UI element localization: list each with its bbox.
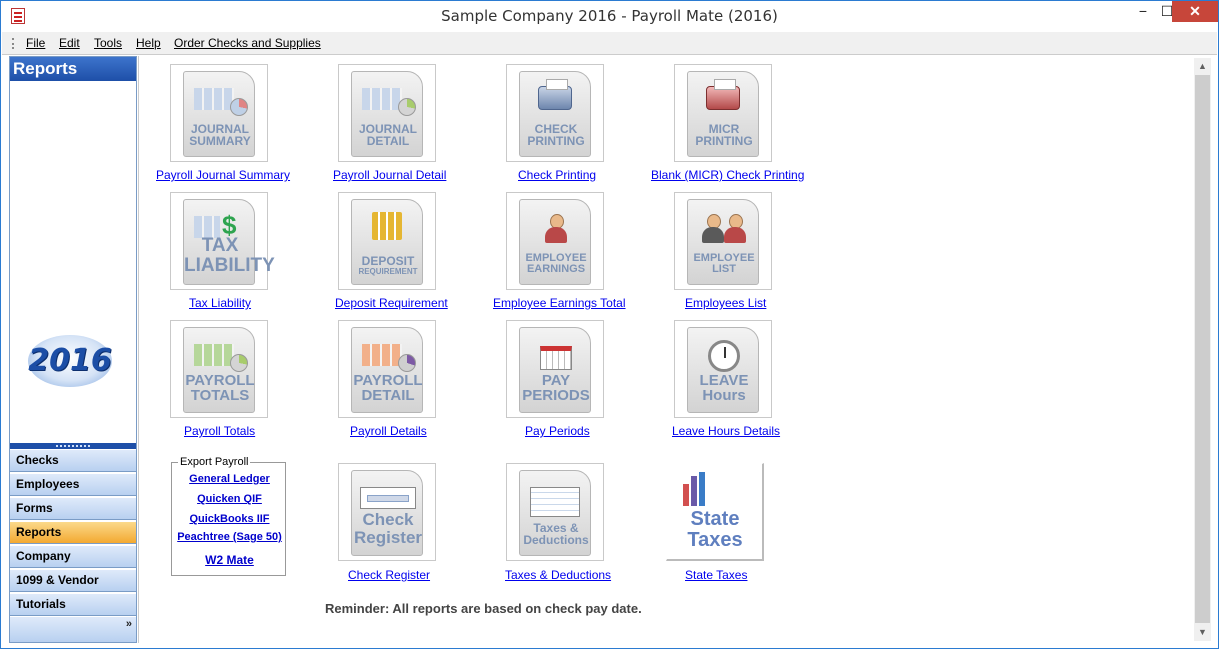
sidebar-item-tutorials[interactable]: Tutorials: [10, 593, 136, 616]
menu-bar: File Edit Tools Help Order Checks and Su…: [2, 32, 1217, 55]
leave-hours-icon[interactable]: LEAVE Hours: [674, 320, 772, 418]
taxes-deductions-icon-text: Taxes & Deductions: [523, 520, 589, 548]
sidebar-item-reports[interactable]: Reports: [10, 521, 136, 544]
window-title: Sample Company 2016 - Payroll Mate (2016…: [441, 7, 778, 25]
menu-order-checks[interactable]: Order Checks and Supplies: [174, 36, 321, 50]
report-link-payroll-totals[interactable]: Payroll Totals: [184, 424, 255, 438]
report-link-employees-list[interactable]: Employees List: [685, 296, 766, 310]
report-link-leave-hours-details[interactable]: Leave Hours Details: [672, 424, 780, 438]
journal-summary-icon-text: JOURNAL SUMMARY: [189, 121, 251, 149]
check-printing-icon-text: CHECK PRINTING: [527, 121, 585, 149]
employee-list-icon[interactable]: EMPLOYEE LIST: [674, 192, 772, 290]
year-badge-text: 2016: [28, 343, 112, 378]
title-bar: Sample Company 2016 - Payroll Mate (2016…: [1, 1, 1218, 32]
pay-periods-icon[interactable]: PAY PERIODS: [506, 320, 604, 418]
sidebar: Reports 2016 Checks Employees Forms Repo…: [9, 56, 137, 643]
app-window: Sample Company 2016 - Payroll Mate (2016…: [0, 0, 1219, 649]
export-general-ledger-link[interactable]: General Ledger: [172, 473, 287, 485]
employee-earnings-icon-text: EMPLOYEE EARNINGS: [525, 251, 587, 276]
menu-grip-icon: [12, 38, 14, 49]
payroll-totals-icon-text: PAYROLL TOTALS: [185, 371, 255, 405]
scroll-down-icon[interactable]: ▼: [1194, 624, 1211, 641]
payroll-detail-icon[interactable]: PAYROLL DETAIL: [338, 320, 436, 418]
report-link-deposit-requirement[interactable]: Deposit Requirement: [335, 296, 448, 310]
report-link-check-printing[interactable]: Check Printing: [518, 168, 596, 182]
micr-printing-icon-text: MICR PRINTING: [695, 121, 753, 149]
employee-list-icon-text: EMPLOYEE LIST: [693, 251, 755, 276]
tax-liability-icon[interactable]: $ TAX LIABILITY: [170, 192, 275, 290]
sidebar-item-company[interactable]: Company: [10, 545, 136, 568]
employee-earnings-icon[interactable]: EMPLOYEE EARNINGS: [506, 192, 604, 290]
menu-file[interactable]: File: [26, 36, 45, 50]
micr-printing-icon[interactable]: MICR PRINTING: [674, 64, 772, 162]
menu-tools[interactable]: Tools: [94, 36, 122, 50]
deposit-requirement-icon[interactable]: DEPOSIT REQUIREMENT: [338, 192, 436, 290]
check-register-icon-text: Check Register: [353, 510, 423, 548]
payroll-totals-icon[interactable]: PAYROLL TOTALS: [170, 320, 268, 418]
report-link-check-register[interactable]: Check Register: [348, 568, 430, 582]
report-link-journal-detail[interactable]: Payroll Journal Detail: [333, 168, 446, 182]
report-link-pay-periods[interactable]: Pay Periods: [525, 424, 590, 438]
report-link-state-taxes[interactable]: State Taxes: [685, 568, 747, 582]
report-link-employee-earnings-total[interactable]: Employee Earnings Total: [493, 296, 626, 310]
payroll-detail-icon-text: PAYROLL DETAIL: [353, 371, 423, 405]
year-badge: 2016: [28, 335, 112, 387]
state-taxes-icon-text: State Taxes: [687, 508, 743, 551]
report-link-tax-liability[interactable]: Tax Liability: [189, 296, 251, 310]
deposit-icon-text: DEPOSIT: [361, 254, 415, 269]
export-payroll-group: Export Payroll General Ledger Quicken QI…: [171, 456, 287, 576]
report-link-taxes-deductions[interactable]: Taxes & Deductions: [505, 568, 611, 582]
clock-icon: [708, 340, 740, 372]
journal-detail-icon[interactable]: JOURNAL DETAIL: [338, 64, 436, 162]
report-link-micr-check-printing[interactable]: Blank (MICR) Check Printing: [651, 168, 804, 182]
sidebar-item-forms[interactable]: Forms: [10, 497, 136, 520]
scroll-up-icon[interactable]: ▲: [1194, 58, 1211, 75]
w2-mate-link[interactable]: W2 Mate: [172, 553, 287, 567]
leave-hours-icon-text: LEAVE Hours: [699, 371, 749, 405]
export-payroll-title: Export Payroll: [178, 456, 251, 468]
tax-liability-icon-text: TAX LIABILITY: [184, 235, 275, 277]
scroll-thumb[interactable]: [1195, 75, 1210, 623]
export-peachtree-link[interactable]: Peachtree (Sage 50): [172, 531, 287, 543]
sidebar-item-1099-vendor[interactable]: 1099 & Vendor: [10, 569, 136, 592]
sidebar-header: Reports: [10, 57, 136, 81]
journal-detail-icon-text: JOURNAL DETAIL: [358, 121, 417, 149]
menu-help[interactable]: Help: [136, 36, 161, 50]
export-quickbooks-iif-link[interactable]: QuickBooks IIF: [172, 513, 287, 525]
pay-periods-icon-text: PAY PERIODS: [522, 371, 590, 405]
sidebar-item-checks[interactable]: Checks: [10, 449, 136, 472]
chevron-double-down-icon[interactable]: »: [126, 619, 132, 630]
report-link-journal-summary[interactable]: Payroll Journal Summary: [156, 168, 290, 182]
deposit-icon-subtext: REQUIREMENT: [358, 266, 418, 276]
menu-edit[interactable]: Edit: [59, 36, 80, 50]
taxes-deductions-icon[interactable]: Taxes & Deductions: [506, 463, 604, 561]
calendar-icon: [540, 346, 572, 370]
check-register-icon[interactable]: Check Register: [338, 463, 436, 561]
sidebar-overflow[interactable]: »: [10, 617, 136, 642]
state-taxes-icon[interactable]: State Taxes: [666, 463, 764, 561]
journal-summary-icon[interactable]: JOURNAL SUMMARY: [170, 64, 268, 162]
vertical-scrollbar[interactable]: ▲ ▼: [1194, 58, 1211, 641]
export-quicken-qif-link[interactable]: Quicken QIF: [172, 493, 287, 505]
report-link-payroll-details[interactable]: Payroll Details: [350, 424, 427, 438]
reminder-text: Reminder: All reports are based on check…: [325, 601, 642, 616]
close-button[interactable]: ✕: [1172, 1, 1218, 22]
check-printing-icon[interactable]: CHECK PRINTING: [506, 64, 604, 162]
sidebar-item-employees[interactable]: Employees: [10, 473, 136, 496]
